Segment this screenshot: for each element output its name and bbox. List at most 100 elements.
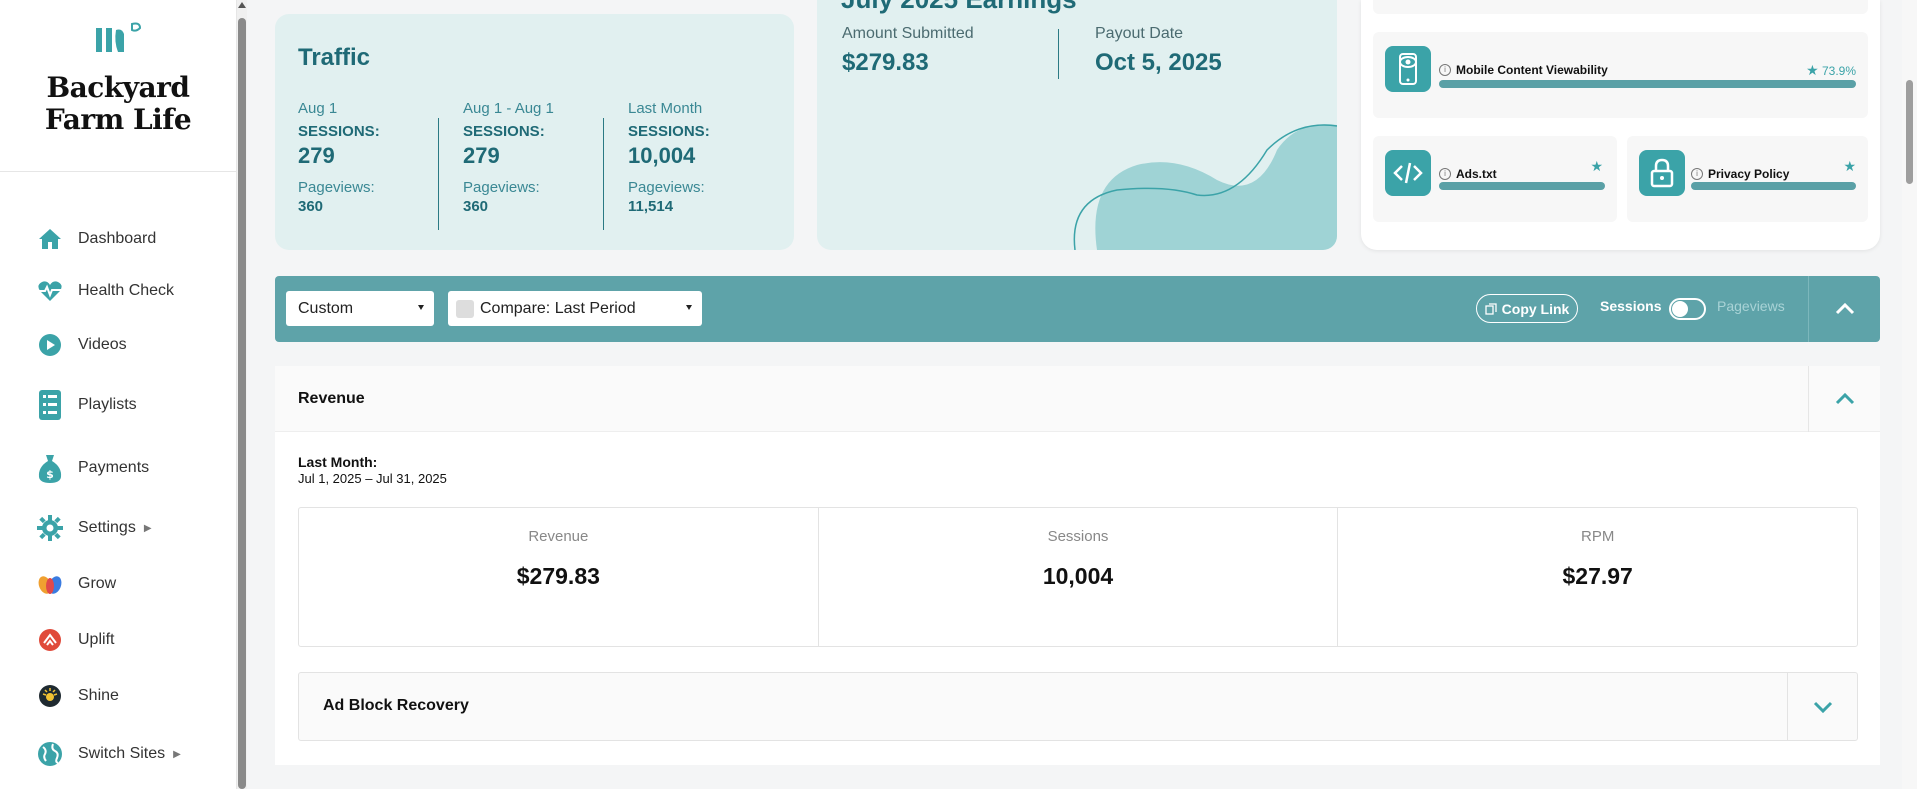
traffic-card: Traffic Aug 1 SESSIONS: 279 Pageviews: 3… — [275, 14, 794, 250]
sidebar-item-label: Payments — [78, 459, 150, 476]
traffic-column-range: Aug 1 - Aug 1 SESSIONS: 279 Pageviews: 3… — [463, 100, 613, 230]
pageviews-label: Pageviews: — [298, 179, 375, 196]
sidebar-item-shine[interactable]: Shine — [36, 679, 119, 713]
info-icon[interactable]: i — [1439, 64, 1451, 76]
privacy-policy-progress-bar — [1691, 182, 1856, 190]
copy-link-label: Copy Link — [1501, 300, 1570, 317]
privacy-policy-score: ★ — [1843, 158, 1856, 175]
info-icon[interactable]: i — [1439, 168, 1451, 180]
chevron-up-icon — [1835, 303, 1854, 315]
sidebar-item-grow[interactable]: Grow — [36, 567, 116, 601]
amount-submitted-value: $279.83 — [842, 49, 929, 76]
traffic-column-label: Last Month — [628, 100, 703, 117]
sessions-toggle-label[interactable]: Sessions — [1600, 298, 1661, 314]
compare-checkbox[interactable] — [456, 299, 474, 318]
ads-txt-progress-bar — [1439, 182, 1605, 190]
ad-block-expand-button[interactable] — [1787, 673, 1857, 740]
payout-date-label: Payout Date — [1095, 25, 1184, 42]
metric-toggle[interactable] — [1669, 298, 1706, 320]
code-icon — [1385, 150, 1431, 196]
uplift-icon — [36, 626, 64, 654]
date-range-select[interactable]: Custom — [286, 291, 434, 326]
viewability-score: ★ 73.9% — [1806, 62, 1856, 79]
scroll-up-arrow-icon[interactable] — [238, 2, 246, 8]
money-bag-icon: $ — [36, 454, 64, 483]
play-icon — [36, 331, 64, 359]
sidebar-item-videos[interactable]: Videos — [36, 328, 127, 362]
payout-date-value: Oct 5, 2025 — [1095, 49, 1222, 76]
toggle-knob — [1672, 301, 1688, 317]
ad-block-recovery-title: Ad Block Recovery — [323, 697, 469, 714]
health-item-privacy-policy[interactable]: i Privacy Policy ★ — [1627, 136, 1868, 222]
health-check-card: i Mobile Content Viewability ★ 73.9% i A… — [1361, 0, 1880, 250]
star-icon: ★ — [1843, 158, 1856, 174]
copy-link-button[interactable]: Copy Link — [1476, 294, 1578, 323]
revenue-header[interactable]: Revenue — [275, 366, 1880, 432]
ad-block-recovery-section[interactable]: Ad Block Recovery — [298, 672, 1858, 741]
earnings-title: July 2025 Earnings — [841, 0, 1077, 15]
sessions-value: 10,004 — [628, 143, 696, 168]
page-scrollbar[interactable] — [1902, 0, 1917, 789]
brand-name[interactable]: Backyard Farm Life — [0, 72, 236, 136]
health-item-ads-txt[interactable]: i Ads.txt ★ — [1373, 136, 1617, 222]
earnings-card: July 2025 Earnings Amount Submitted $279… — [817, 0, 1337, 250]
page-scrollbar-thumb[interactable] — [1906, 80, 1913, 184]
period-title: Last Month: — [298, 454, 378, 470]
period-dates: Jul 1, 2025 – Jul 31, 2025 — [298, 471, 447, 486]
copy-icon — [1485, 302, 1497, 315]
viewability-name: Mobile Content Viewability — [1456, 63, 1608, 77]
revenue-panel: Revenue Last Month: Jul 1, 2025 – Jul 31… — [275, 366, 1880, 765]
sidebar-item-label: Shine — [78, 687, 119, 704]
sidebar-item-playlists[interactable]: Playlists — [36, 388, 137, 422]
stat-value: $27.97 — [1562, 563, 1633, 589]
stat-rpm: RPM $27.97 — [1338, 508, 1857, 646]
sidebar-item-label: Settings — [78, 519, 136, 536]
gear-icon — [36, 514, 64, 542]
pageviews-label: Pageviews: — [463, 179, 540, 196]
sessions-label: SESSIONS: — [463, 123, 545, 140]
sessions-label: SESSIONS: — [628, 123, 710, 140]
compare-select[interactable]: Compare: Last Period — [448, 291, 702, 326]
chevron-up-icon — [1835, 393, 1854, 405]
health-item-name: i Ads.txt — [1439, 167, 1497, 181]
chevron-right-icon: ▶ — [173, 748, 181, 760]
viewability-progress-bar — [1439, 80, 1856, 88]
traffic-divider — [603, 118, 604, 230]
sidebar-item-settings[interactable]: Settings ▶ — [36, 511, 152, 545]
sidebar-scrollbar-thumb[interactable] — [238, 18, 246, 789]
sidebar-item-payments[interactable]: $ Payments — [36, 451, 149, 485]
stat-revenue: Revenue $279.83 — [299, 508, 819, 646]
grow-icon — [36, 570, 64, 598]
sidebar-item-dashboard[interactable]: Dashboard — [36, 222, 156, 256]
traffic-column-label: Aug 1 — [298, 100, 338, 117]
sidebar: Backyard Farm Life Dashboard Health Chec… — [0, 0, 237, 789]
chevron-down-icon — [1813, 701, 1832, 713]
revenue-stats: Revenue $279.83 Sessions 10,004 RPM $27.… — [298, 507, 1858, 647]
sidebar-scrollbar[interactable] — [237, 0, 247, 789]
brand-logo-icon — [96, 22, 142, 52]
sidebar-item-label: Grow — [78, 575, 117, 592]
mobile-viewability-icon — [1385, 46, 1431, 92]
stat-label: RPM — [1581, 528, 1615, 545]
sessions-label: SESSIONS: — [298, 123, 380, 140]
traffic-divider — [438, 118, 439, 230]
star-icon: ★ — [1590, 158, 1603, 174]
traffic-column-last-month: Last Month SESSIONS: 10,004 Pageviews: 1… — [628, 100, 778, 230]
info-icon[interactable]: i — [1691, 168, 1703, 180]
filter-collapse-button[interactable] — [1808, 276, 1880, 342]
privacy-policy-name: Privacy Policy — [1708, 167, 1790, 181]
stat-label: Sessions — [1047, 528, 1109, 545]
stat-sessions: Sessions 10,004 — [819, 508, 1339, 646]
pageviews-toggle-label[interactable]: Pageviews — [1717, 298, 1785, 314]
health-item-viewability[interactable]: i Mobile Content Viewability ★ 73.9% — [1373, 32, 1868, 118]
amount-submitted-label: Amount Submitted — [842, 25, 974, 42]
stat-label: Revenue — [528, 528, 589, 545]
sidebar-item-uplift[interactable]: Uplift — [36, 623, 114, 657]
sidebar-item-label: Uplift — [78, 631, 115, 648]
revenue-collapse-button[interactable] — [1808, 366, 1880, 432]
earnings-divider — [1058, 29, 1059, 79]
sidebar-item-health-check[interactable]: Health Check — [36, 274, 174, 308]
ads-txt-score: ★ — [1590, 158, 1603, 175]
pageviews-value: 360 — [298, 198, 324, 215]
sidebar-item-switch-sites[interactable]: Switch Sites ▶ — [36, 737, 181, 771]
